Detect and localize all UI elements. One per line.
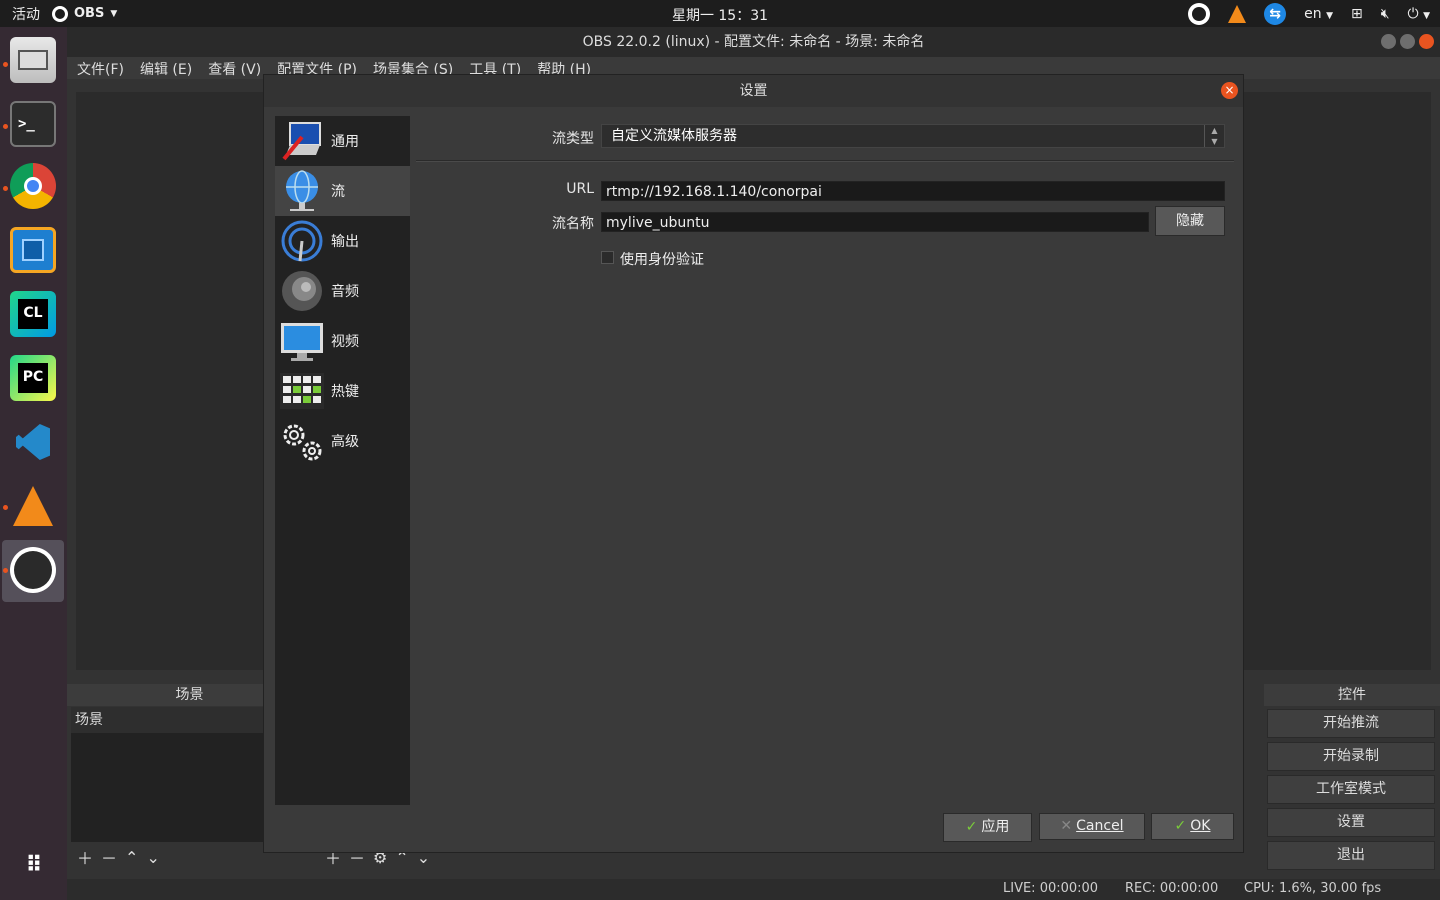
gnome-top-bar: 活动 OBS ▼ 星期一 15：31 ⇆ en ▼ ⊞ 🔇︎ ⏻ ▼: [0, 0, 1440, 27]
close-icon[interactable]: [1419, 34, 1434, 49]
dialog-titlebar: 设置 ×: [264, 75, 1243, 107]
pycharm-icon[interactable]: PC: [10, 355, 56, 401]
live-timer: LIVE: 00:00:00: [1003, 881, 1099, 896]
window-controls: [1381, 34, 1434, 49]
settings-category-list: 通用 流 输出 音频 视频 热键 高级: [275, 116, 410, 805]
settings-button[interactable]: 设置: [1267, 808, 1435, 837]
cancel-button[interactable]: ✕ Cancel: [1039, 813, 1145, 840]
start-streaming-button[interactable]: 开始推流: [1267, 709, 1435, 738]
url-input[interactable]: rtmp://192.168.1.140/conorpai: [601, 181, 1225, 201]
checkmark-icon: ✓: [965, 819, 978, 835]
clion-icon[interactable]: CL: [10, 291, 56, 337]
use-auth-checkbox[interactable]: [601, 251, 614, 264]
window-title: OBS 22.0.2 (linux) - 配置文件: 未命名 - 场景: 未命名: [582, 34, 925, 50]
running-indicator: [3, 124, 8, 129]
category-stream[interactable]: 流: [275, 166, 410, 216]
hotkeys-keyboard-icon: [279, 368, 325, 414]
vscode-icon[interactable]: [10, 419, 56, 465]
controls-panel-title: 控件: [1264, 684, 1440, 706]
stream-key-label: 流名称: [552, 216, 594, 232]
apply-button[interactable]: ✓ 应用: [943, 813, 1032, 842]
cancel-x-icon: ✕: [1060, 818, 1073, 834]
exit-button[interactable]: 退出: [1267, 841, 1435, 870]
virtualbox-icon[interactable]: [10, 227, 56, 273]
power-icon[interactable]: ⏻ ▼: [1408, 6, 1430, 22]
stream-type-value: 自定义流媒体服务器: [611, 128, 737, 144]
terminal-icon[interactable]: >_: [10, 101, 56, 147]
ubuntu-dock: >_ CL PC ⠿: [0, 27, 67, 900]
category-label: 高级: [331, 434, 359, 450]
move-up-icon[interactable]: ⌃: [125, 848, 138, 867]
vlc-tray-icon[interactable]: [1228, 4, 1247, 23]
category-output[interactable]: 输出: [275, 216, 410, 266]
stream-type-select[interactable]: 自定义流媒体服务器 ▲ ▼: [601, 124, 1225, 148]
obs-tray-icon[interactable]: [1188, 2, 1211, 25]
general-icon: [279, 118, 325, 164]
category-label: 热键: [331, 384, 359, 400]
scenes-toolbar: ＋ － ⌃ ⌄: [77, 845, 160, 869]
obs-window-titlebar: OBS 22.0.2 (linux) - 配置文件: 未命名 - 场景: 未命名: [67, 27, 1440, 57]
cpu-fps: CPU: 1.6%, 30.00 fps: [1244, 881, 1382, 896]
category-label: 通用: [331, 134, 359, 150]
stream-key-input[interactable]: mylive_ubuntu: [601, 212, 1149, 232]
output-icon: [279, 218, 325, 264]
app-menu[interactable]: OBS ▼: [52, 5, 118, 22]
url-label: URL: [566, 181, 594, 197]
remove-icon[interactable]: －: [101, 845, 117, 869]
menu-file[interactable]: 文件(F): [77, 57, 124, 79]
category-label: 音频: [331, 284, 359, 300]
maximize-icon[interactable]: [1400, 34, 1415, 49]
running-indicator: [3, 62, 8, 67]
category-label: 视频: [331, 334, 359, 350]
settings-dialog: 设置 × 通用 流 输出 音频 视频 热键 高级 流类型 自定义流媒体服务器 ▲…: [263, 74, 1244, 853]
checkmark-icon: ✓: [1174, 818, 1187, 834]
category-label: 输出: [331, 234, 359, 250]
running-indicator: [3, 568, 8, 573]
start-recording-button[interactable]: 开始录制: [1267, 742, 1435, 771]
category-hotkeys[interactable]: 热键: [275, 366, 410, 416]
dialog-title: 设置: [739, 83, 768, 99]
vlc-icon[interactable]: [10, 483, 56, 529]
stream-globe-icon: [279, 168, 325, 214]
menu-view[interactable]: 查看 (V): [208, 57, 261, 79]
show-applications-icon[interactable]: ⠿: [10, 842, 56, 888]
category-advanced[interactable]: 高级: [275, 416, 410, 466]
combo-arrows-icon: ▲ ▼: [1204, 125, 1224, 147]
rec-timer: REC: 00:00:00: [1125, 881, 1219, 896]
category-general[interactable]: 通用: [275, 116, 410, 166]
menu-edit[interactable]: 编辑 (E): [140, 57, 192, 79]
advanced-gears-icon: [279, 418, 325, 464]
controls-panel: 开始推流 开始录制 工作室模式 设置 退出: [1267, 709, 1437, 874]
status-bar: LIVE: 00:00:00 REC: 00:00:00 CPU: 1.6%, …: [67, 879, 1440, 900]
add-icon[interactable]: ＋: [77, 845, 93, 869]
system-tray: ⇆ en ▼ ⊞ 🔇︎ ⏻ ▼: [1188, 0, 1430, 27]
category-video[interactable]: 视频: [275, 316, 410, 366]
close-icon[interactable]: ×: [1221, 82, 1238, 99]
minimize-icon[interactable]: [1381, 34, 1396, 49]
teamviewer-tray-icon[interactable]: ⇆: [1264, 2, 1287, 25]
activities-button[interactable]: 活动: [0, 4, 52, 24]
video-monitor-icon: [279, 318, 325, 364]
chevron-down-icon: ▼: [110, 8, 118, 19]
stream-type-label: 流类型: [552, 131, 594, 147]
input-method-indicator[interactable]: en ▼: [1304, 6, 1333, 22]
category-audio[interactable]: 音频: [275, 266, 410, 316]
obs-logo-icon: [52, 5, 68, 22]
category-label: 流: [331, 184, 345, 200]
volume-muted-icon[interactable]: 🔇︎: [1381, 6, 1390, 22]
use-auth-label[interactable]: 使用身份验证: [620, 249, 704, 269]
files-icon[interactable]: [10, 37, 56, 83]
studio-mode-button[interactable]: 工作室模式: [1267, 775, 1435, 804]
running-indicator: [3, 505, 8, 510]
move-down-icon[interactable]: ⌄: [146, 848, 159, 867]
network-icon[interactable]: ⊞: [1351, 6, 1363, 22]
chrome-icon[interactable]: [10, 163, 56, 209]
ok-button[interactable]: ✓ OK: [1151, 813, 1234, 840]
obs-icon[interactable]: [10, 547, 56, 593]
audio-speaker-icon: [279, 268, 325, 314]
hide-key-button[interactable]: 隐藏: [1155, 206, 1225, 236]
form-separator: [416, 160, 1234, 162]
app-menu-label: OBS: [74, 6, 105, 21]
running-indicator: [3, 186, 8, 191]
